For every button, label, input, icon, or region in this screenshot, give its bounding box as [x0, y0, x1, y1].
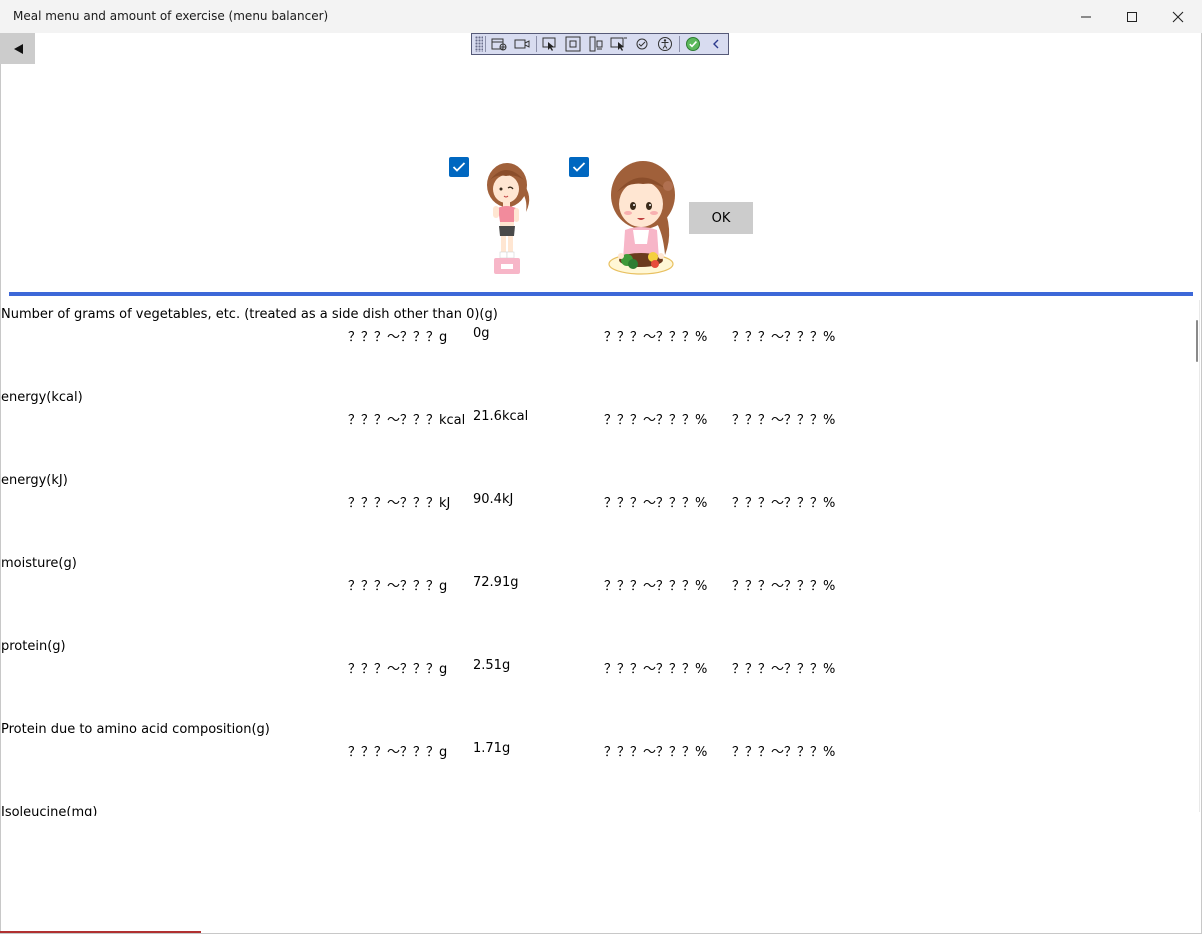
nutrient-percent-range-1: ？？？～？？？% [604, 745, 708, 760]
nutrient-percent-range-2: ？？？～？？？% [732, 662, 836, 677]
meal-checkbox[interactable] [569, 157, 589, 177]
display-layout-icon[interactable] [608, 34, 631, 54]
nutrient-percent-range-1: ？？？～？？？% [604, 496, 708, 511]
checkmark-icon [572, 162, 586, 172]
track-focus-icon[interactable] [585, 34, 608, 54]
nutrient-value: 0g [473, 326, 490, 341]
girl-with-meal-illustration [608, 161, 675, 275]
toolbar-separator [678, 36, 680, 52]
list-item: energy(kJ) ？？？～？？？kJ 90.4kJ ？？？～？？？% ？？？… [0, 466, 1190, 549]
nutrient-percent-range-2: ？？？～？？？% [732, 496, 836, 511]
nutrient-percent-range-2: ？？？～？？？% [732, 413, 836, 428]
scrollbar-track[interactable] [1199, 300, 1200, 812]
nutrient-label: Protein due to amino acid composition(g) [1, 722, 270, 737]
ok-button[interactable]: OK [689, 202, 753, 234]
video-capture-icon[interactable] [511, 34, 534, 54]
nutrient-list[interactable]: Number of grams of vegetables, etc. (tre… [0, 300, 1195, 816]
nutrient-label: Isoleucine(mg) [1, 805, 98, 816]
nutrient-value: 1.71g [473, 741, 511, 756]
section-divider [9, 292, 1193, 296]
select-element-icon[interactable] [488, 34, 511, 54]
nutrient-percent-range-2: ？？？～？？？% [732, 579, 836, 594]
drag-grip-icon[interactable] [475, 36, 483, 52]
nutrient-value: 2.51g [473, 658, 511, 673]
layout-adorner-icon[interactable] [562, 34, 585, 54]
list-item: moisture(g) ？？？～？？？g 72.91g ？？？～？？？% ？？？… [0, 549, 1190, 632]
list-item: energy(kcal) ？？？～？？？kcal 21.6kcal ？？？～？？… [0, 383, 1190, 466]
nutrient-percent-range-1: ？？？～？？？% [604, 330, 708, 345]
nutrient-range: ？？？～？？？g [348, 330, 448, 345]
exercise-checkbox[interactable] [449, 157, 469, 177]
nutrient-range: ？？？～？？？kcal [348, 413, 466, 428]
select-pointer-icon[interactable] [539, 34, 562, 54]
bottom-edge-accent [0, 931, 201, 933]
collapse-chevron-icon[interactable] [705, 34, 728, 54]
nutrient-label: energy(kJ) [1, 473, 68, 488]
list-item: Number of grams of vegetables, etc. (tre… [0, 300, 1190, 383]
close-icon [1172, 11, 1184, 22]
nutrient-percent-range-1: ？？？～？？？% [604, 662, 708, 677]
minimize-button[interactable] [1063, 0, 1109, 33]
maximize-button[interactable] [1109, 0, 1155, 33]
list-item: Isoleucine(mg) [0, 798, 1190, 816]
debug-toolbar [471, 33, 729, 55]
accessibility-icon[interactable] [654, 34, 677, 54]
nutrient-percent-range-1: ？？？～？？？% [604, 579, 708, 594]
nutrient-range: ？？？～？？？g [348, 662, 448, 677]
close-button[interactable] [1155, 0, 1201, 33]
nutrient-range: ？？？～？？？g [348, 745, 448, 760]
nutrient-label: protein(g) [1, 639, 66, 654]
list-item: Protein due to amino acid composition(g)… [0, 715, 1190, 798]
nutrient-value: 21.6kcal [473, 409, 529, 424]
scrollbar-thumb[interactable] [1196, 320, 1198, 362]
nutrient-label: moisture(g) [1, 556, 77, 571]
toolbar-separator [484, 36, 486, 52]
nutrient-label: Number of grams of vegetables, etc. (tre… [1, 307, 498, 322]
hot-reload-icon[interactable] [631, 34, 654, 54]
toolbar-separator [535, 36, 537, 52]
nutrient-percent-range-2: ？？？～？？？% [732, 745, 836, 760]
nutrient-value: 72.91g [473, 575, 519, 590]
nutrient-range: ？？？～？？？g [348, 579, 448, 594]
title-bar: Meal menu and amount of exercise (menu b… [0, 0, 1202, 33]
checkmark-icon [452, 162, 466, 172]
list-item: protein(g) ？？？～？？？g 2.51g ？？？～？？？% ？？？～？… [0, 632, 1190, 715]
back-arrow-icon [13, 43, 23, 54]
minimize-icon [1081, 16, 1091, 17]
nutrient-percent-range-2: ？？？～？？？% [732, 330, 836, 345]
window-title: Meal menu and amount of exercise (menu b… [13, 9, 329, 23]
back-button[interactable] [0, 33, 35, 64]
girl-on-scale-illustration [487, 163, 530, 274]
nutrient-value: 90.4kJ [473, 492, 514, 507]
binding-check-icon[interactable] [682, 34, 705, 54]
nutrient-range: ？？？～？？？kJ [348, 496, 451, 511]
nutrient-label: energy(kcal) [1, 390, 83, 405]
nutrient-percent-range-1: ？？？～？？？% [604, 413, 708, 428]
maximize-icon [1127, 11, 1137, 22]
